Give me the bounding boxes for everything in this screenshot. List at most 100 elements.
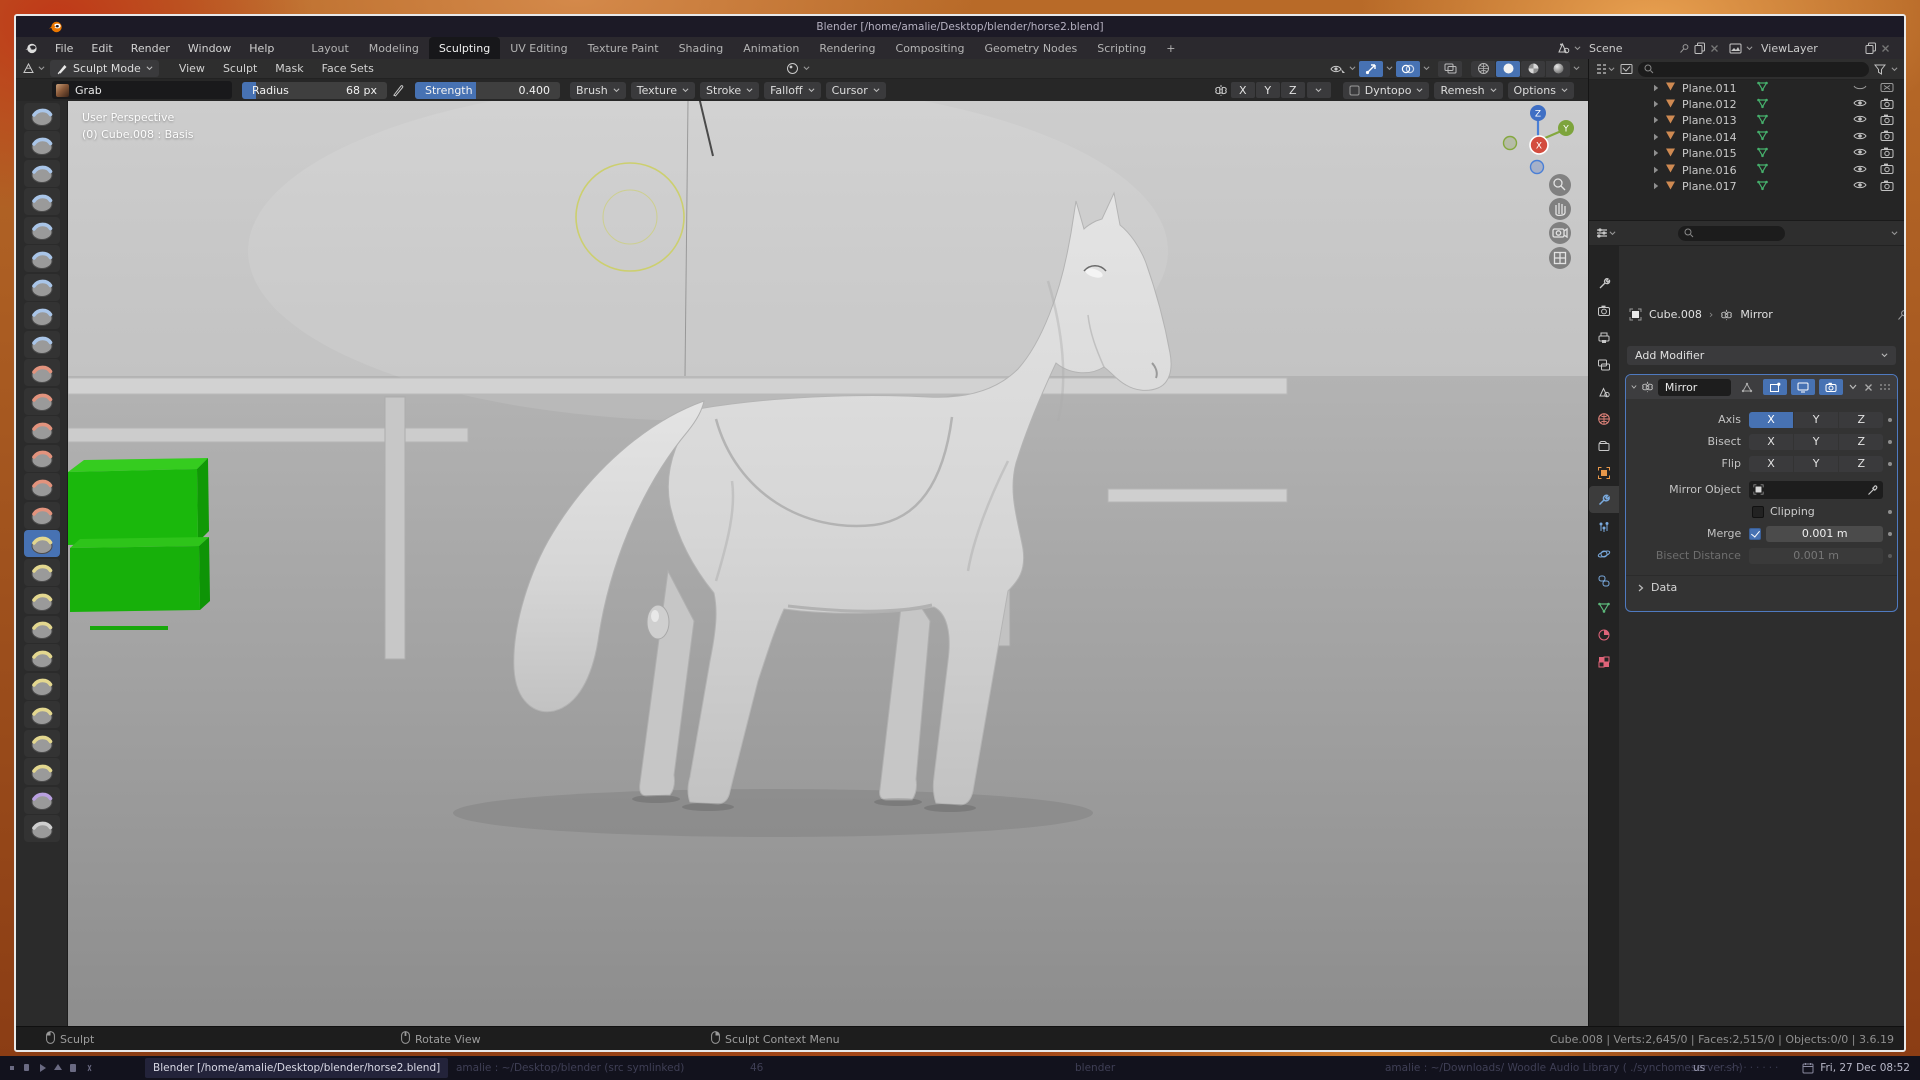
- pin-icon[interactable]: [1897, 309, 1906, 321]
- breadcrumb-object[interactable]: Cube.008: [1649, 308, 1702, 321]
- outliner-row[interactable]: Plane.014: [1589, 129, 1904, 145]
- menu-file[interactable]: File: [46, 42, 82, 55]
- flip-y-toggle[interactable]: Y: [1794, 456, 1838, 472]
- shading-solid-button[interactable]: [1496, 61, 1520, 77]
- object-name[interactable]: Plane.014: [1682, 131, 1737, 144]
- tab-sculpting[interactable]: Sculpting: [429, 37, 500, 59]
- hide-viewport-icon[interactable]: [1853, 164, 1867, 177]
- tab-view-layer[interactable]: [1589, 351, 1619, 378]
- brush-fill[interactable]: [24, 416, 60, 443]
- tab-physics[interactable]: [1589, 540, 1619, 567]
- animate-dot[interactable]: [1883, 510, 1897, 514]
- gizmo-axis-neg-z[interactable]: [1531, 161, 1544, 174]
- tab-shading[interactable]: Shading: [669, 37, 734, 59]
- tab-render[interactable]: [1589, 297, 1619, 324]
- tab-texture-paint[interactable]: Texture Paint: [578, 37, 669, 59]
- brush-blob[interactable]: [24, 302, 60, 329]
- brush-flatten[interactable]: [24, 388, 60, 415]
- drag-handle-icon[interactable]: [1879, 383, 1892, 391]
- object-name[interactable]: Plane.013: [1682, 114, 1737, 127]
- disclosure-icon[interactable]: [1653, 180, 1659, 193]
- outliner-row[interactable]: Plane.015: [1589, 146, 1904, 162]
- disable-render-icon-off[interactable]: [1880, 81, 1894, 95]
- brush-snake-hook[interactable]: [24, 587, 60, 614]
- viewport-menu-mask[interactable]: Mask: [266, 62, 312, 75]
- hide-viewport-icon[interactable]: [1853, 98, 1867, 111]
- chevron-down-icon[interactable]: [1573, 66, 1580, 71]
- options-dropdown[interactable]: Options: [1508, 82, 1574, 99]
- dyntopo-checkbox-icon[interactable]: [1349, 85, 1360, 96]
- camera-view-button[interactable]: [1549, 222, 1571, 244]
- bisect-distance-field[interactable]: 0.001 m: [1749, 548, 1883, 564]
- animate-dot[interactable]: [1883, 440, 1897, 444]
- disable-render-icon[interactable]: [1880, 114, 1894, 128]
- tab-scene[interactable]: [1589, 378, 1619, 405]
- annotation-tool-button[interactable]: [786, 62, 810, 75]
- cursor-dropdown[interactable]: Cursor: [826, 82, 886, 99]
- pan-hand-button[interactable]: [1549, 198, 1571, 220]
- flip-x-toggle[interactable]: X: [1749, 456, 1793, 472]
- hide-viewport-icon[interactable]: [1853, 147, 1867, 160]
- outliner-row[interactable]: Plane.012: [1589, 96, 1904, 112]
- tab-data[interactable]: [1589, 594, 1619, 621]
- tab-particles[interactable]: [1589, 513, 1619, 540]
- overlays-toggle[interactable]: [1396, 61, 1420, 77]
- brush-pinch[interactable]: [24, 502, 60, 529]
- brush-crease[interactable]: [24, 331, 60, 358]
- scene-selector[interactable]: Scene: [1556, 42, 1719, 55]
- zoom-button[interactable]: [1549, 174, 1571, 196]
- new-layer-icon[interactable]: [1865, 42, 1877, 54]
- disable-render-icon[interactable]: [1880, 130, 1894, 144]
- brush-clay-strips[interactable]: [24, 188, 60, 215]
- data-section-header[interactable]: Data: [1626, 575, 1897, 599]
- outliner-row[interactable]: Plane.011: [1589, 80, 1904, 96]
- disclosure-icon[interactable]: [1653, 147, 1659, 160]
- modifier-extras-icon[interactable]: [1847, 384, 1859, 390]
- green-strip[interactable]: [90, 626, 168, 630]
- tab-compositing[interactable]: Compositing: [886, 37, 975, 59]
- axis-x-toggle[interactable]: X: [1749, 412, 1793, 428]
- hanging-object[interactable]: [647, 605, 669, 639]
- menu-render[interactable]: Render: [122, 42, 179, 55]
- new-scene-icon[interactable]: [1694, 42, 1706, 54]
- tab-rendering[interactable]: Rendering: [809, 37, 885, 59]
- falloff-dropdown[interactable]: Falloff: [764, 82, 820, 99]
- bisect-x-toggle[interactable]: X: [1749, 434, 1793, 450]
- tab-output[interactable]: [1589, 324, 1619, 351]
- tab-texture[interactable]: [1589, 648, 1619, 675]
- symmetry-x-toggle[interactable]: X: [1231, 82, 1255, 98]
- animate-dot[interactable]: [1883, 532, 1897, 536]
- object-name[interactable]: Plane.017: [1682, 180, 1737, 193]
- hide-viewport-icon-off[interactable]: [1853, 82, 1867, 95]
- filter-icon[interactable]: [1874, 64, 1886, 75]
- tab-tool[interactable]: [1589, 270, 1619, 297]
- disclosure-icon[interactable]: [1653, 98, 1659, 111]
- disable-render-icon[interactable]: [1880, 180, 1894, 194]
- scene-canvas[interactable]: Z Y X: [68, 101, 1588, 1028]
- bisect-z-toggle[interactable]: Z: [1839, 434, 1883, 450]
- outliner-row[interactable]: Plane.013: [1589, 113, 1904, 129]
- axis-y-toggle[interactable]: Y: [1794, 412, 1838, 428]
- tab-modifiers[interactable]: [1589, 486, 1619, 513]
- bisect-y-toggle[interactable]: Y: [1794, 434, 1838, 450]
- brush-cloth[interactable]: [24, 787, 60, 814]
- keyboard-layout-indicator[interactable]: us: [1693, 1056, 1705, 1080]
- xray-toggle[interactable]: [1438, 61, 1462, 77]
- brush-grab[interactable]: [24, 530, 60, 557]
- tab-modeling[interactable]: Modeling: [359, 37, 429, 59]
- tab-scripting[interactable]: Scripting: [1087, 37, 1156, 59]
- texture-dropdown[interactable]: Texture: [631, 82, 695, 99]
- properties-options-icon[interactable]: [1891, 231, 1898, 236]
- chevron-down-icon[interactable]: [1386, 66, 1393, 71]
- disclosure-icon[interactable]: [1653, 114, 1659, 127]
- viewport-3d[interactable]: Z Y X: [68, 101, 1588, 1028]
- green-cube-top[interactable]: [68, 458, 209, 545]
- pin-icon[interactable]: [1679, 43, 1690, 54]
- display-render-toggle[interactable]: [1819, 379, 1843, 395]
- display-realtime-toggle[interactable]: [1791, 379, 1815, 395]
- brush-layer[interactable]: [24, 245, 60, 272]
- properties-search-input[interactable]: [1678, 226, 1785, 241]
- brush-draw[interactable]: [24, 103, 60, 130]
- add-modifier-button[interactable]: Add Modifier: [1627, 346, 1896, 365]
- symmetry-dropdown[interactable]: [1307, 82, 1331, 98]
